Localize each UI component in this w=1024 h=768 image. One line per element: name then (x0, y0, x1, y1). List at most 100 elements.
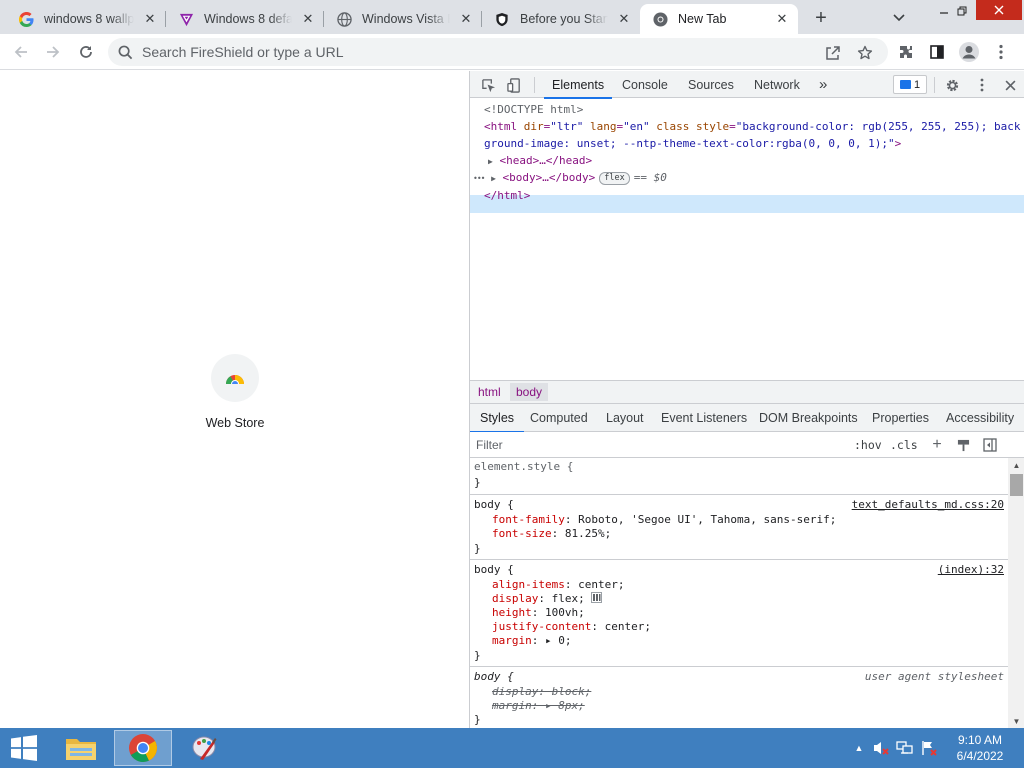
issues-counter-button[interactable]: 1 (893, 75, 927, 94)
node-actions-icon[interactable]: ••• (473, 174, 485, 183)
expand-triangle-icon[interactable]: ▶ (488, 157, 493, 166)
device-toolbar-icon[interactable] (504, 75, 524, 95)
style-declaration[interactable]: font-size: 81.25%; (492, 527, 611, 541)
dom-body[interactable]: ••• ▶ <body>…</body> flex == $0 (473, 169, 667, 187)
hover-state-toggle[interactable]: :hov (854, 438, 882, 452)
more-tabs-button[interactable]: » (819, 71, 827, 98)
browser-menu-icon[interactable] (988, 39, 1014, 65)
inspect-element-icon[interactable] (478, 75, 498, 95)
profile-avatar-icon[interactable] (956, 39, 982, 65)
taskbar-chrome[interactable] (114, 730, 172, 766)
expand-triangle-icon[interactable]: ▶ (491, 174, 496, 183)
scroll-down-arrow-icon[interactable]: ▼ (1008, 714, 1024, 728)
rule-body-index[interactable]: body { (index):32 align-items: center; d… (470, 560, 1008, 667)
new-tab-button[interactable]: + (808, 6, 834, 30)
tab-dom-breakpoints[interactable]: DOM Breakpoints (759, 411, 858, 425)
class-toggle[interactable]: .cls (890, 438, 918, 452)
scrollbar-thumb[interactable] (1010, 474, 1023, 496)
omnibox[interactable] (108, 38, 888, 66)
dom-doctype[interactable]: <!DOCTYPE html> (484, 101, 583, 118)
close-icon[interactable]: ✕ (142, 11, 158, 27)
dom-html-close[interactable]: </html> (484, 187, 530, 204)
action-center-flag-icon[interactable] (920, 738, 938, 758)
dom-html-open[interactable]: <html dir="ltr" lang="en" class style="b… (484, 118, 1021, 135)
devtools-menu-icon[interactable] (972, 75, 992, 95)
tab-windows-8-default[interactable]: Windows 8 defau ✕ (166, 4, 324, 34)
close-icon[interactable]: ✕ (458, 11, 474, 27)
rule-body-text-defaults[interactable]: body { text_defaults_md.css:20 font-fami… (470, 495, 1008, 560)
rule-source-link[interactable]: text_defaults_md.css:20 (852, 498, 1004, 512)
breadcrumb-body[interactable]: body (510, 383, 549, 401)
bookmark-star-icon[interactable] (854, 42, 876, 64)
property-value: : flex; (538, 592, 585, 605)
network-icon[interactable] (896, 738, 914, 758)
issues-count: 1 (913, 78, 921, 91)
tab-accessibility[interactable]: Accessibility (946, 411, 1014, 425)
flex-badge[interactable]: flex (599, 172, 630, 185)
style-declaration[interactable]: height: 100vh; (492, 606, 585, 620)
style-declaration-overridden[interactable]: display: block; (492, 685, 591, 699)
style-declaration[interactable]: font-family: Roboto, 'Segoe UI', Tahoma,… (492, 513, 836, 527)
show-hidden-icons-arrow[interactable]: ▲ (850, 738, 868, 758)
restore-button[interactable] (944, 0, 980, 22)
rule-source-link[interactable]: (index):32 (938, 563, 1004, 577)
new-style-rule-icon[interactable]: + (928, 436, 946, 454)
share-icon[interactable] (822, 42, 844, 64)
style-declaration-overridden[interactable]: margin: ▸ 8px; (492, 699, 585, 713)
omnibox-input[interactable] (142, 44, 792, 60)
style-declaration[interactable]: display: flex; (492, 592, 603, 606)
tab-styles[interactable]: Styles (469, 411, 525, 433)
property-value: : Roboto, 'Segoe UI', Tahoma, sans-serif… (564, 513, 837, 526)
property-name: height (492, 606, 532, 619)
property-name: font-family (492, 513, 565, 526)
tab-search-button[interactable] (888, 8, 910, 28)
scroll-up-arrow-icon[interactable]: ▲ (1008, 458, 1024, 472)
paint-roller-icon[interactable] (954, 436, 972, 454)
taskbar-clock[interactable]: 9:10 AM 6/4/2022 (950, 732, 1010, 764)
close-devtools-icon[interactable] (1000, 75, 1020, 95)
tab-network[interactable]: Network (754, 71, 800, 98)
style-declaration[interactable]: justify-content: center; (492, 620, 651, 634)
tab-sources[interactable]: Sources (688, 71, 734, 98)
tab-windows-8-wallpaper[interactable]: windows 8 wallpa ✕ (6, 4, 166, 34)
attr-name: class (656, 120, 690, 133)
taskbar-file-explorer[interactable] (52, 730, 110, 766)
tab-new-tab[interactable]: New Tab ✕ (640, 4, 798, 34)
side-panel-icon[interactable] (924, 39, 950, 65)
tab-event-listeners[interactable]: Event Listeners (661, 411, 747, 425)
tab-computed[interactable]: Computed (530, 411, 588, 425)
forward-button[interactable] (40, 39, 66, 65)
settings-gear-icon[interactable] (942, 75, 962, 95)
rule-body-user-agent[interactable]: body { user agent stylesheet display: bl… (470, 667, 1008, 728)
tab-windows-vista[interactable]: Windows Vista Er ✕ (324, 4, 482, 34)
speaker-muted-icon[interactable] (872, 738, 890, 758)
tab-console[interactable]: Console (622, 71, 668, 98)
dom-html-open-cont[interactable]: ground-image: unset; --ntp-theme-text-co… (484, 135, 901, 152)
start-button[interactable] (0, 728, 48, 768)
breadcrumb-html[interactable]: html (478, 385, 501, 399)
property-value: : 100vh; (531, 606, 585, 619)
extensions-puzzle-icon[interactable] (893, 39, 919, 65)
window-close-button[interactable] (976, 0, 1022, 20)
shortcut-web-store[interactable]: Web Store (190, 354, 280, 430)
tab-layout[interactable]: Layout (606, 411, 644, 425)
taskbar-paint[interactable] (176, 730, 234, 766)
tab-elements[interactable]: Elements (543, 71, 613, 99)
tab-properties[interactable]: Properties (872, 411, 929, 425)
styles-scrollbar[interactable]: ▲ ▼ (1008, 458, 1024, 728)
back-button[interactable] (8, 39, 34, 65)
styles-filter-input[interactable] (476, 436, 836, 454)
attr-name: style (696, 120, 730, 133)
style-declaration[interactable]: align-items: center; (492, 578, 624, 592)
toggle-sidebar-icon[interactable] (981, 436, 999, 454)
close-icon[interactable]: ✕ (300, 11, 316, 27)
tab-before-you-start[interactable]: Before you Start ✕ (482, 4, 640, 34)
close-icon[interactable]: ✕ (774, 11, 790, 27)
dom-head[interactable]: ▶ <head>…</head> (488, 152, 592, 170)
style-declaration[interactable]: margin: ▸ 0; (492, 634, 572, 648)
close-icon[interactable]: ✕ (616, 11, 632, 27)
flexbox-editor-icon[interactable] (591, 592, 603, 603)
rule-element-style[interactable]: element.style { } (470, 458, 1008, 495)
attr-name: dir (523, 120, 544, 133)
reload-button[interactable] (73, 39, 99, 65)
